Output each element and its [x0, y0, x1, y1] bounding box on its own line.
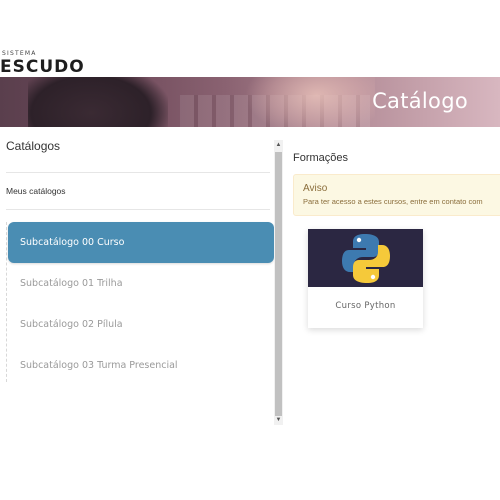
banner-mug-image	[28, 77, 168, 127]
catalog-banner: Catálogo	[0, 77, 500, 127]
warning-alert: Aviso Para ter acesso a estes cursos, en…	[293, 174, 500, 216]
my-catalogs-link[interactable]: Meus catálogos	[6, 186, 66, 196]
catalogs-heading: Catálogos	[6, 139, 61, 153]
left-panel-scrollbar[interactable]: ▲ ▼	[274, 140, 283, 425]
subcatalog-item-00-curso[interactable]: Subcatálogo 00 Curso	[8, 222, 274, 263]
logo-title: ESCUDO	[0, 57, 85, 77]
course-thumbnail	[308, 229, 423, 287]
subcatalog-item-02-pilula[interactable]: Subcatálogo 02 Pílula	[8, 304, 274, 345]
scroll-up-arrow-icon[interactable]: ▲	[274, 141, 283, 150]
subcatalog-item-01-trilha[interactable]: Subcatálogo 01 Trilha	[8, 263, 274, 304]
subcatalog-item-03-turma-presencial[interactable]: Subcatálogo 03 Turma Presencial	[8, 345, 274, 386]
logo-subtitle: SISTEMA	[2, 50, 37, 57]
alert-title: Aviso	[303, 183, 328, 194]
banner-hand-image	[245, 77, 375, 127]
divider	[6, 209, 270, 210]
formations-heading: Formações	[293, 152, 349, 164]
page-title: Catálogo	[372, 89, 468, 113]
subcatalog-list: Subcatálogo 00 Curso Subcatálogo 01 Tril…	[8, 216, 274, 416]
scroll-down-arrow-icon[interactable]: ▼	[274, 416, 283, 425]
python-logo-icon	[342, 234, 390, 283]
divider	[6, 172, 270, 173]
alert-message: Para ter acesso a estes cursos, entre em…	[303, 197, 483, 206]
course-name: Curso Python	[335, 301, 396, 311]
scroll-thumb[interactable]	[275, 152, 282, 416]
course-card-python[interactable]: Curso Python	[308, 229, 423, 328]
